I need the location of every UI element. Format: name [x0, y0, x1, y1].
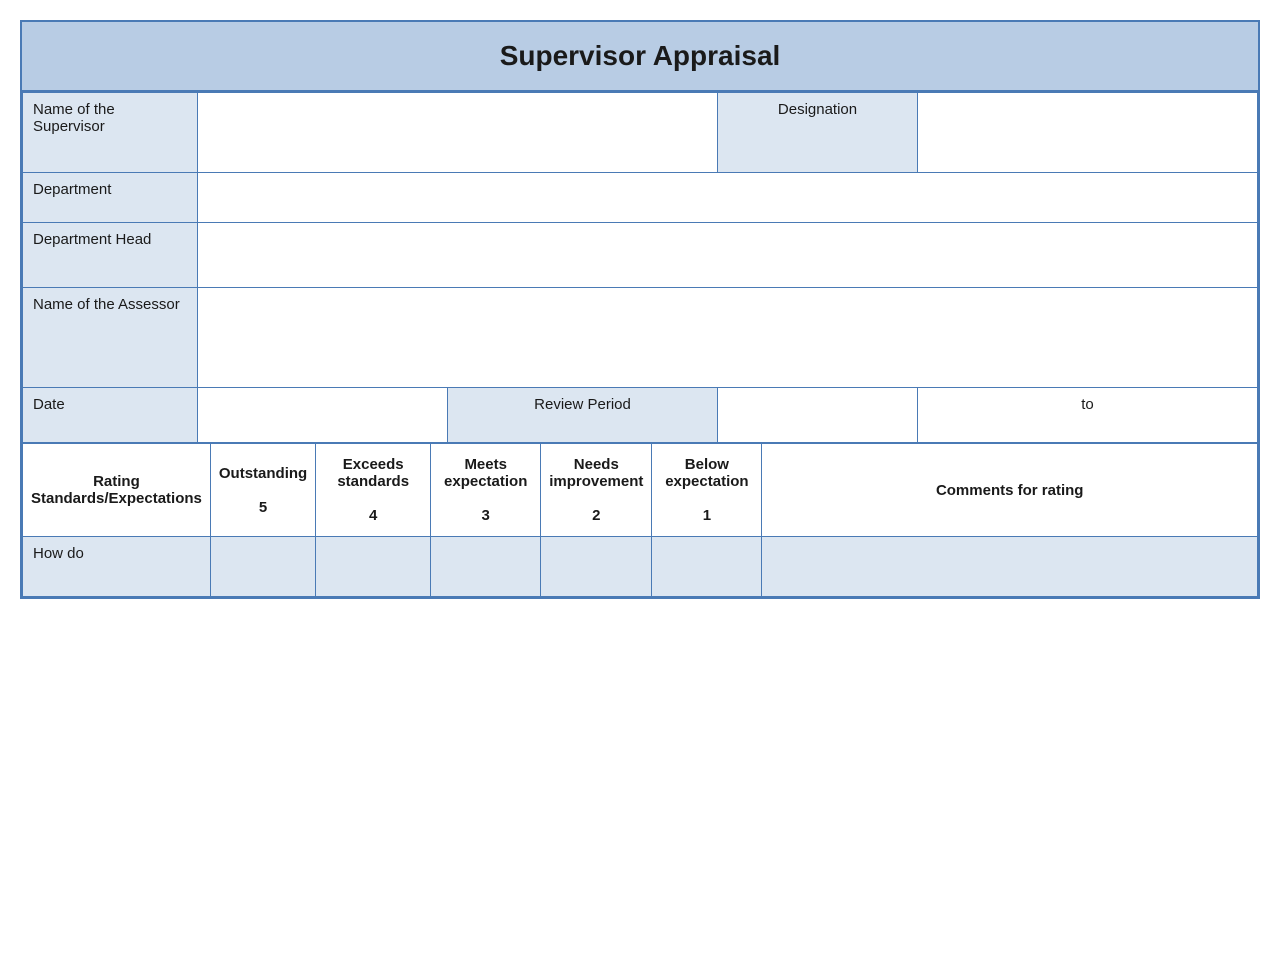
col-needs-score: 2 [549, 507, 643, 524]
col-needs: Needs improvement 2 [541, 444, 652, 537]
form-title: Supervisor Appraisal [22, 22, 1258, 92]
supervisor-row: Name of the Supervisor Designation [23, 93, 1258, 173]
how-do-col6[interactable] [652, 537, 762, 597]
dept-head-value[interactable] [198, 223, 1258, 288]
col-meets: Meets expectation 3 [431, 444, 541, 537]
col-below-label: Below expectation [660, 456, 753, 490]
col-below: Below expectation 1 [652, 444, 762, 537]
date-value[interactable] [198, 388, 448, 443]
appraisal-form: Supervisor Appraisal Name of the Supervi… [20, 20, 1260, 599]
col-outstanding-label: Outstanding [219, 465, 307, 482]
department-label: Department [23, 173, 198, 223]
col-meets-score: 3 [439, 507, 532, 524]
to-label: to [918, 388, 1258, 443]
designation-value[interactable] [918, 93, 1258, 173]
col-below-score: 1 [660, 507, 753, 524]
supervisor-value[interactable] [198, 93, 718, 173]
date-label: Date [23, 388, 198, 443]
col-comments: Comments for rating [762, 444, 1258, 537]
col-needs-label: Needs improvement [549, 456, 643, 490]
col-exceeds-label: Exceeds standards [324, 456, 422, 490]
assessor-row: Name of the Assessor [23, 288, 1258, 388]
assessor-label: Name of the Assessor [23, 288, 198, 388]
how-do-col3[interactable] [316, 537, 431, 597]
how-do-row: How do [23, 537, 1258, 597]
designation-label: Designation [718, 93, 918, 173]
rating-header-row: Rating Standards/Expectations Outstandin… [23, 444, 1258, 537]
how-do-col2[interactable] [210, 537, 315, 597]
how-do-col7[interactable] [762, 537, 1258, 597]
date-row: Date Review Period to [23, 388, 1258, 443]
dept-head-label: Department Head [23, 223, 198, 288]
assessor-value[interactable] [198, 288, 1258, 388]
col-outstanding-score: 5 [219, 499, 307, 516]
how-do-col4[interactable] [431, 537, 541, 597]
col-exceeds: Exceeds standards 4 [316, 444, 431, 537]
how-do-cell: How do [23, 537, 211, 597]
col-rating-standards: Rating Standards/Expectations [23, 444, 211, 537]
how-do-col5[interactable] [541, 537, 652, 597]
review-period-value[interactable] [718, 388, 918, 443]
department-value[interactable] [198, 173, 1258, 223]
col-exceeds-score: 4 [324, 507, 422, 524]
review-period-label: Review Period [448, 388, 718, 443]
supervisor-label: Name of the Supervisor [23, 93, 198, 173]
dept-head-row: Department Head [23, 223, 1258, 288]
col-outstanding: Outstanding 5 [210, 444, 315, 537]
department-row: Department [23, 173, 1258, 223]
col-meets-label: Meets expectation [439, 456, 532, 490]
